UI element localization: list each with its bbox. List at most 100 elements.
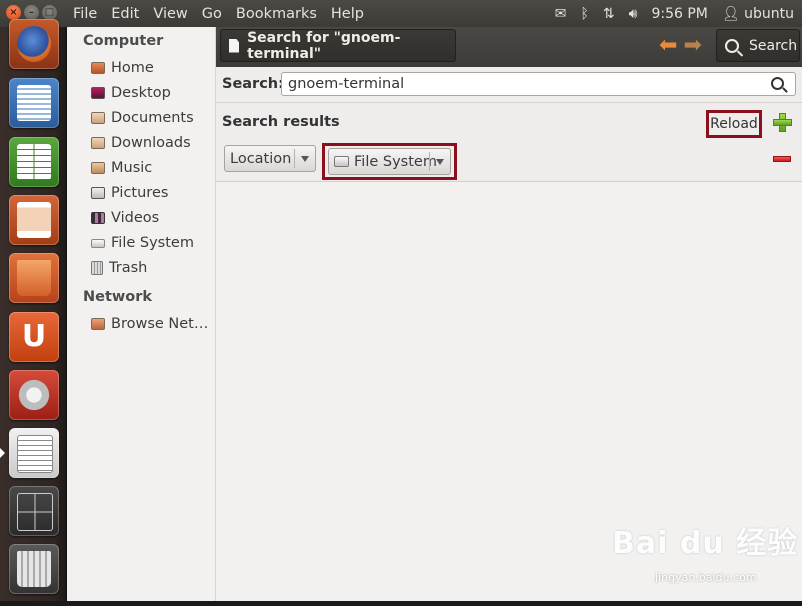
back-arrow-icon[interactable]: ⬅ [659, 33, 683, 58]
settings-icon [17, 377, 51, 413]
location-title[interactable]: Search for "gnoem-terminal" [220, 29, 456, 62]
window-controls: × – □ [6, 5, 57, 20]
indicators: ✉ ᛒ ⇅ 🔊︎ 9:56 PM 👤︎ ubuntu [555, 0, 794, 27]
search-icon [725, 38, 739, 53]
drive-icon [91, 238, 105, 248]
sidebar-item-label: Videos [111, 210, 160, 226]
sidebar-header-computer: Computer [83, 33, 164, 49]
location-title-text: Search for "gnoem-terminal" [247, 29, 401, 62]
menu-edit[interactable]: Edit [111, 6, 139, 22]
mail-icon[interactable]: ✉ [555, 6, 567, 22]
sidebar-item-label: Home [111, 60, 154, 76]
sidebar-item-label: Pictures [111, 185, 169, 201]
impress-icon [17, 202, 51, 238]
menu-bookmarks[interactable]: Bookmarks [236, 6, 317, 22]
minimize-window-icon[interactable]: – [24, 5, 39, 20]
menu-file[interactable]: File [73, 6, 97, 22]
launcher: U [0, 19, 67, 606]
remove-criterion-icon[interactable] [773, 156, 791, 162]
sidebar-item-file-system[interactable]: File System [91, 232, 215, 254]
sidebar-item-music[interactable]: Music [91, 157, 215, 179]
sidebar-item-documents[interactable]: Documents [91, 107, 215, 129]
sidebar-item-label: Music [111, 160, 153, 176]
launcher-trash[interactable] [9, 544, 59, 594]
location-select[interactable]: File System [328, 148, 451, 175]
criterion-type-select[interactable]: Location [224, 145, 316, 172]
close-window-icon[interactable]: × [6, 5, 21, 20]
reload-button[interactable]: Reload [706, 110, 762, 138]
launcher-firefox[interactable] [9, 19, 59, 69]
calc-icon [17, 144, 51, 180]
search-input[interactable] [281, 72, 796, 96]
documents-folder-icon [91, 112, 105, 124]
launcher-writer[interactable] [9, 78, 59, 128]
menu-view[interactable]: View [153, 6, 187, 22]
user-name: ubuntu [744, 5, 794, 22]
places-sidebar: Computer Home Desktop Documents Download… [67, 27, 216, 601]
search-input-icon[interactable] [771, 77, 784, 90]
user-menu[interactable]: 👤︎ ubuntu [722, 6, 794, 22]
sidebar-item-downloads[interactable]: Downloads [91, 132, 215, 154]
firefox-icon [17, 26, 51, 62]
sidebar-header-network: Network [83, 289, 153, 305]
baidu-watermark-url: jingyan.baidu.com [655, 571, 757, 584]
workspaces-icon [17, 493, 53, 531]
ubuntu-one-icon: U [21, 319, 47, 354]
search-bar: Search: Search results Reload Location F… [216, 67, 802, 182]
downloads-folder-icon [91, 137, 105, 149]
bluetooth-icon[interactable]: ᛒ [581, 6, 589, 22]
sidebar-item-label: Trash [109, 260, 148, 276]
chevron-down-icon [429, 152, 450, 171]
menu-help[interactable]: Help [331, 6, 364, 22]
location-select-label: File System [354, 153, 437, 170]
sidebar-item-trash[interactable]: Trash [91, 257, 215, 279]
document-icon [229, 38, 240, 53]
sidebar-item-home[interactable]: Home [91, 57, 215, 79]
sidebar-item-browse-network[interactable]: Browse Net… [91, 313, 215, 335]
search-button-label: Search [749, 37, 798, 54]
shopping-bag-icon [17, 260, 51, 296]
sidebar-item-desktop[interactable]: Desktop [91, 82, 215, 104]
nav-arrows: ⬅➡ [659, 33, 708, 58]
top-panel: × – □ File Edit View Go Bookmarks Help ✉… [0, 0, 802, 27]
sidebar-item-pictures[interactable]: Pictures [91, 182, 215, 204]
clock[interactable]: 9:56 PM [651, 6, 707, 22]
launcher-software-center[interactable] [9, 253, 59, 303]
sidebar-item-videos[interactable]: Videos [91, 207, 215, 229]
drive-icon [334, 156, 349, 167]
toolbar: Search for "gnoem-terminal" ⬅➡ Search [216, 27, 802, 67]
search-button[interactable]: Search [716, 29, 800, 62]
trash-icon [91, 261, 103, 275]
menu-bar: File Edit View Go Bookmarks Help [73, 0, 378, 27]
sidebar-item-label: File System [111, 235, 194, 251]
sidebar-item-label: Documents [111, 110, 194, 126]
user-icon: 👤︎ [721, 5, 740, 22]
search-label: Search: [222, 76, 284, 92]
maximize-window-icon[interactable]: □ [42, 5, 57, 20]
videos-folder-icon [91, 212, 105, 224]
divider [216, 102, 802, 103]
forward-arrow-icon[interactable]: ➡ [683, 33, 707, 58]
network-icon[interactable]: ⇅ [603, 6, 615, 22]
network-folder-icon [91, 318, 105, 330]
launcher-gedit[interactable] [0, 428, 59, 478]
launcher-impress[interactable] [9, 195, 59, 245]
writer-icon [17, 85, 51, 121]
sidebar-item-label: Desktop [111, 85, 171, 101]
search-results-label: Search results [222, 114, 340, 130]
chevron-down-icon [294, 149, 315, 168]
launcher-workspace-switcher[interactable] [9, 486, 59, 536]
trash-icon [17, 551, 51, 587]
text-editor-icon [17, 435, 53, 473]
reload-label: Reload [710, 116, 758, 132]
launcher-system-settings[interactable] [9, 370, 59, 420]
volume-icon[interactable]: 🔊︎ [629, 6, 638, 22]
sidebar-item-label: Browse Net… [111, 316, 209, 332]
menu-go[interactable]: Go [202, 6, 222, 22]
launcher-calc[interactable] [9, 137, 59, 187]
bottom-edge [0, 601, 802, 606]
criterion-type-label: Location [230, 150, 292, 167]
music-folder-icon [91, 162, 105, 174]
add-criterion-icon[interactable] [773, 113, 792, 132]
launcher-ubuntu-one[interactable]: U [9, 312, 59, 362]
